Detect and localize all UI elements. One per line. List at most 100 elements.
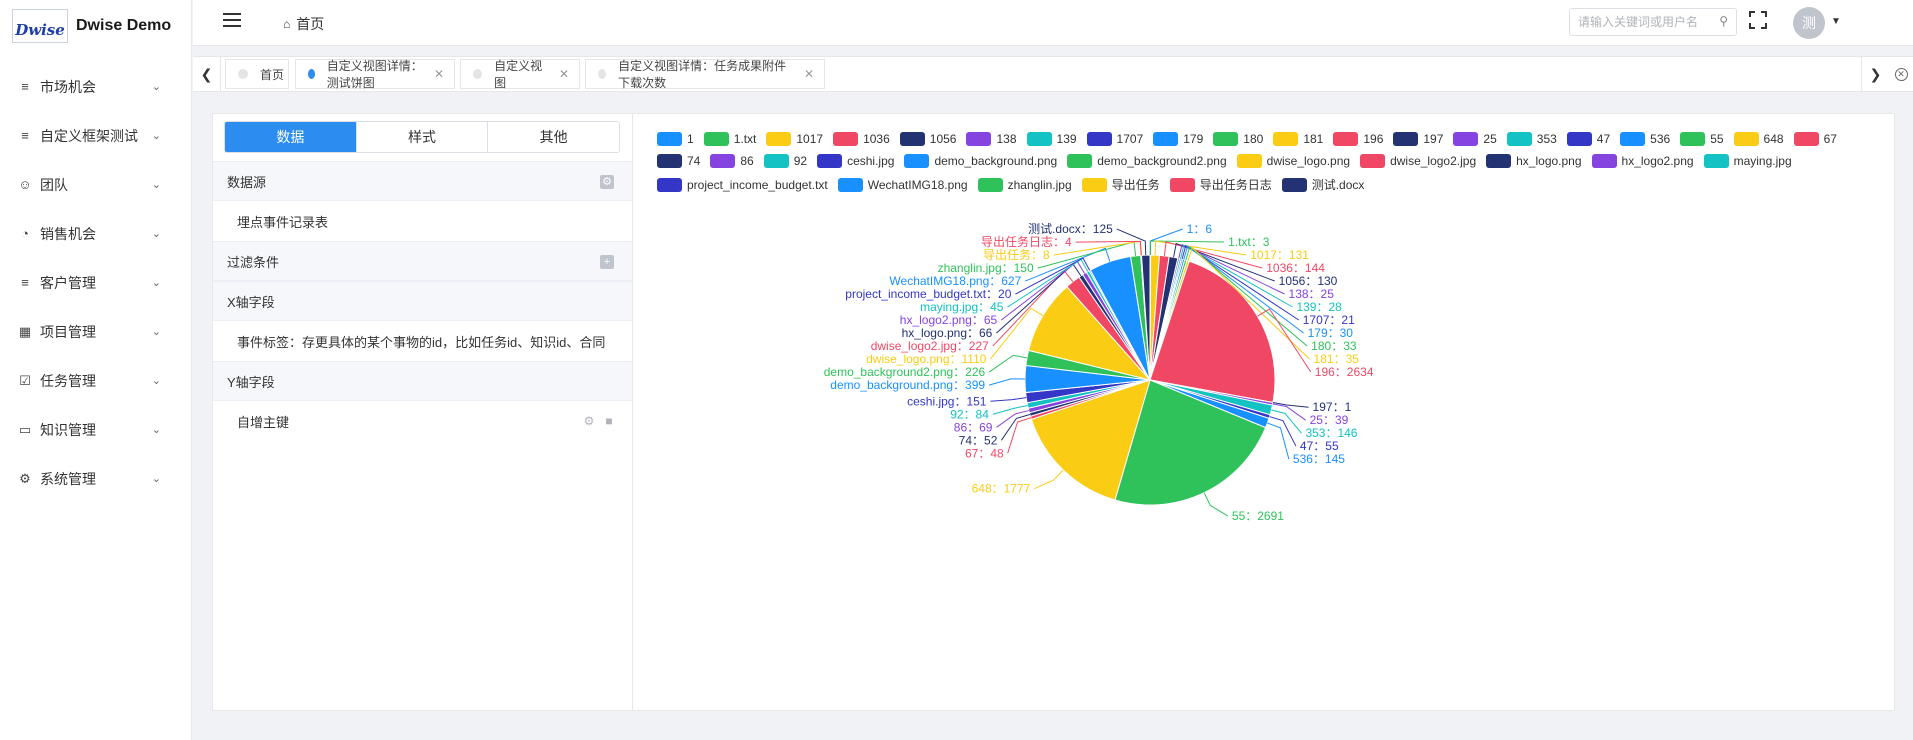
sidebar-item[interactable]: ≡ 自定义框架测试 ⌄ bbox=[0, 111, 191, 160]
slice-label: 181：35 bbox=[1314, 352, 1360, 366]
y-field-item[interactable]: 自增主键 ⚙ ■ bbox=[213, 401, 632, 441]
config-tab[interactable]: 数据 bbox=[225, 122, 357, 152]
sidebar-item-label: 团队 bbox=[40, 176, 68, 193]
close-all-tabs-icon[interactable]: ✕ bbox=[1889, 57, 1913, 91]
search-input[interactable] bbox=[1570, 9, 1710, 35]
label-leader-line bbox=[1203, 492, 1229, 517]
sidebar-item[interactable]: ▦ 项目管理 ⌄ bbox=[0, 307, 191, 356]
label-leader-line bbox=[990, 397, 1027, 402]
sidebar-item[interactable]: ≡ 客户管理 ⌄ bbox=[0, 258, 191, 307]
slice-label: 536：145 bbox=[1293, 452, 1345, 466]
app-logo[interactable]: Dwise Dwise Demo bbox=[0, 0, 191, 52]
close-icon[interactable]: ✕ bbox=[804, 67, 814, 81]
page-tab[interactable]: 自定义视图详情：任务成果附件下载次数 ✕ bbox=[585, 59, 825, 90]
y-field-value: 自增主键 bbox=[237, 414, 290, 430]
tab-status-dot bbox=[598, 69, 607, 79]
settings-icon[interactable]: ⚙ bbox=[600, 175, 614, 189]
tabs-scroll-left-icon[interactable]: ❮ bbox=[193, 57, 221, 91]
label-leader-line bbox=[1034, 469, 1064, 490]
fullscreen-icon[interactable] bbox=[1749, 11, 1767, 29]
slice-label: 1056：130 bbox=[1279, 274, 1338, 288]
settings-icon[interactable]: ⚙ bbox=[582, 414, 596, 428]
delete-icon[interactable]: ■ bbox=[602, 414, 616, 428]
config-tabs: 数据 样式 其他 bbox=[224, 121, 620, 153]
slice-label: ceshi.jpg：151 bbox=[907, 394, 987, 408]
slice-label: 86：69 bbox=[954, 420, 993, 434]
close-icon[interactable]: ✕ bbox=[434, 67, 444, 81]
tab-status-dot bbox=[473, 69, 483, 79]
slice-label: 47：55 bbox=[1300, 439, 1339, 453]
tab-status-dot bbox=[238, 69, 248, 79]
config-tab[interactable]: 样式 bbox=[356, 122, 489, 152]
tab-status-dot bbox=[308, 69, 315, 79]
add-icon[interactable]: + bbox=[600, 255, 614, 269]
filter-header: 过滤条件 + bbox=[213, 241, 632, 281]
tabs-scroll-right-icon[interactable]: ❯ bbox=[1861, 57, 1889, 91]
user-avatar[interactable]: 测 bbox=[1793, 7, 1825, 39]
slice-label: demo_background2.png：226 bbox=[824, 365, 986, 379]
breadcrumb[interactable]: ⌂ 首页 bbox=[283, 14, 324, 34]
sidebar-item[interactable]: ▭ 知识管理 ⌄ bbox=[0, 405, 191, 454]
label-leader-line bbox=[988, 378, 1026, 386]
search-icon[interactable]: ⚲ bbox=[1719, 14, 1728, 28]
slice-label: project_income_budget.txt：20 bbox=[845, 287, 1011, 301]
x-field-item[interactable]: 事件标签：存更具体的某个事物的id，比如任务id、知识id、合同 bbox=[213, 321, 632, 361]
chevron-down-icon: ⌄ bbox=[151, 277, 161, 289]
sidebar-item[interactable]: ☺ 团队 ⌄ bbox=[0, 160, 191, 209]
sidebar-item-label: 客户管理 bbox=[40, 274, 96, 291]
y-field-title: Y轴字段 bbox=[227, 374, 275, 390]
logo-text: Dwise bbox=[15, 21, 65, 39]
slice-label: 1：6 bbox=[1187, 222, 1213, 236]
sidebar: Dwise Dwise Demo ≡ 市场机会 ⌄ ≡ 自定义框架测试 ⌄ ☺ 团队 ⌄ ◔ 销售机… bbox=[0, 0, 192, 740]
menu-toggle-icon[interactable] bbox=[223, 13, 241, 27]
grid-icon: ▦ bbox=[18, 323, 32, 339]
slice-label: 139：28 bbox=[1296, 300, 1342, 314]
x-field-value: 事件标签：存更具体的某个事物的id，比如任务id、知识id、合同 bbox=[237, 334, 606, 350]
slice-label: hx_logo2.png：65 bbox=[900, 313, 998, 327]
sidebar-item-label: 知识管理 bbox=[40, 421, 96, 438]
slice-label: 179：30 bbox=[1308, 326, 1354, 340]
page-tab[interactable]: 自定义视图详情：测试饼图 ✕ bbox=[295, 59, 455, 90]
slice-label: 197：1 bbox=[1313, 400, 1352, 414]
slice-label: maying.jpg：45 bbox=[920, 300, 1004, 314]
chevron-down-icon: ⌄ bbox=[151, 424, 161, 436]
chart-area: 1 1.txt 1017 1036 1056 138 139 1707 179 180 181 196… bbox=[633, 114, 1895, 710]
tab-label: 首页 bbox=[260, 67, 285, 82]
slice-label: 1707：21 bbox=[1303, 313, 1355, 327]
slice-label: demo_background.png：399 bbox=[830, 378, 985, 392]
tab-label: 自定义视图详情：任务成果附件下载次数 bbox=[618, 59, 787, 90]
caret-down-icon[interactable]: ▼ bbox=[1831, 16, 1841, 27]
slice-label: 92：84 bbox=[950, 407, 989, 421]
label-leader-line bbox=[996, 410, 1029, 428]
slice-label: 138：25 bbox=[1289, 287, 1335, 301]
slice-label: 25：39 bbox=[1310, 413, 1349, 427]
sidebar-item[interactable]: ◔ 销售机会 ⌄ bbox=[0, 209, 191, 258]
slice-label: dwise_logo.png：1110 bbox=[866, 352, 987, 366]
home-icon: ⌂ bbox=[283, 17, 291, 31]
sidebar-item-label: 市场机会 bbox=[40, 78, 96, 95]
top-header: ⌂ 首页 ⚲ 测 ▼ bbox=[193, 0, 1913, 46]
close-icon[interactable]: ✕ bbox=[559, 67, 569, 81]
sidebar-item-label: 任务管理 bbox=[40, 372, 96, 389]
slice-label: 1036：144 bbox=[1266, 261, 1325, 275]
label-leader-line bbox=[1267, 422, 1290, 460]
chevron-down-icon: ⌄ bbox=[151, 228, 161, 240]
book-icon: ▭ bbox=[18, 421, 32, 437]
datasource-item[interactable]: 埋点事件记录表 bbox=[213, 201, 632, 241]
page-tab[interactable]: 首页 bbox=[225, 59, 289, 89]
logo-mark: Dwise bbox=[12, 9, 68, 43]
sidebar-item[interactable]: ≡ 市场机会 ⌄ bbox=[0, 62, 191, 111]
slice-label: 67：48 bbox=[965, 446, 1004, 460]
chevron-down-icon: ⌄ bbox=[151, 473, 161, 485]
sidebar-item[interactable]: ☑ 任务管理 ⌄ bbox=[0, 356, 191, 405]
datasource-title: 数据源 bbox=[227, 174, 267, 190]
page-tab[interactable]: 自定义视图 ✕ bbox=[460, 59, 580, 90]
slice-label: 导出任务：8 bbox=[983, 247, 1050, 262]
tabs-bar: ❮ 首页 自定义视图详情：测试饼图 ✕ 自定义视图 ✕ 自定义视图详情：任务成果附件下载次… bbox=[193, 56, 1913, 92]
slice-label: 导出任务日志：4 bbox=[981, 234, 1072, 249]
slice-label: 196：2634 bbox=[1315, 365, 1374, 379]
filter-title: 过滤条件 bbox=[227, 254, 280, 270]
x-field-header: X轴字段 bbox=[213, 281, 632, 321]
sidebar-item[interactable]: ⚙ 系统管理 ⌄ bbox=[0, 454, 191, 503]
config-tab[interactable]: 其他 bbox=[488, 122, 619, 152]
